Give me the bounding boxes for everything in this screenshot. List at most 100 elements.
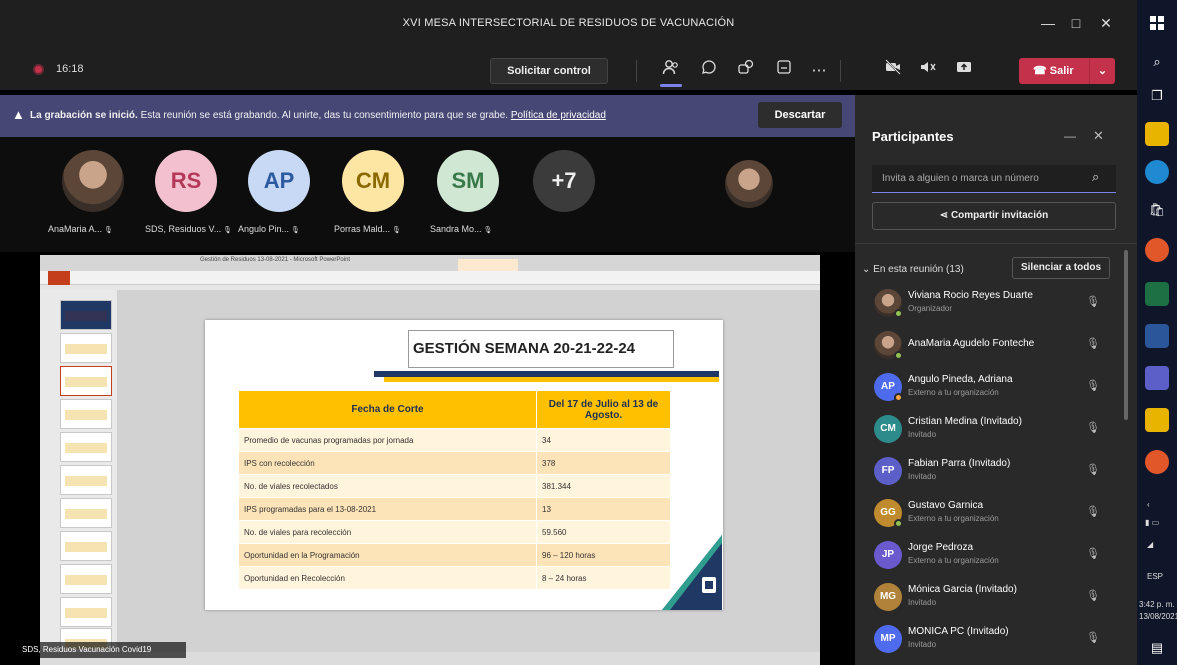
participant-name-text: SDS, Residuos V...: [145, 224, 222, 234]
participant-avatar[interactable]: SM: [437, 150, 499, 212]
notifications-icon[interactable]: ▤: [1145, 636, 1169, 660]
mic-off-icon[interactable]: 🎙: [1086, 421, 1100, 434]
slide-thumbnail[interactable]: [60, 465, 112, 495]
slide-accent-bar: [384, 377, 719, 382]
table-cell-value: 59.560: [536, 520, 671, 544]
mute-all-button[interactable]: Silenciar a todos: [1012, 257, 1110, 279]
slide-thumbnail[interactable]: [60, 399, 112, 429]
mute-icon[interactable]: [915, 58, 941, 84]
close-button[interactable]: ✕: [1093, 12, 1119, 34]
mic-off-icon: 🎙: [289, 227, 300, 234]
volume-icon[interactable]: ◢: [1147, 540, 1153, 549]
edge-icon[interactable]: [1145, 160, 1169, 184]
chrome-icon[interactable]: [1145, 238, 1169, 262]
mic-off-icon[interactable]: 🎙: [1086, 337, 1100, 350]
chevron-down-icon[interactable]: ⌄: [1089, 58, 1115, 84]
recording-icon: [33, 64, 44, 75]
tray-expand-icon[interactable]: ‹: [1147, 500, 1150, 509]
rooms-icon[interactable]: [771, 58, 797, 84]
slide-thumbnail[interactable]: [60, 498, 112, 528]
clock-time[interactable]: 3:42 p. m.: [1139, 600, 1175, 609]
thumbnail-content: [65, 311, 107, 321]
participant-avatar[interactable]: RS: [155, 150, 217, 212]
participant-name: Jorge Pedroza: [908, 542, 974, 553]
language-indicator[interactable]: ESP: [1147, 572, 1163, 581]
mic-off-icon[interactable]: 🎙: [1086, 589, 1100, 602]
share-tray-icon[interactable]: [951, 58, 977, 84]
minimize-panel-icon[interactable]: —: [1064, 129, 1076, 143]
slide-thumbnail[interactable]: [60, 366, 112, 396]
slide-thumbnail[interactable]: [60, 597, 112, 627]
participant-avatar: MG: [874, 583, 902, 611]
clock-date[interactable]: 13/08/2021: [1139, 612, 1177, 621]
task-view-icon[interactable]: ❐: [1145, 84, 1169, 108]
table-cell-value: 378: [536, 451, 671, 475]
mic-off-icon: 🎙: [481, 227, 493, 234]
participant-name: Gustavo Garnica: [908, 500, 984, 511]
participant-name: AnaMaria A... 🎙: [48, 224, 113, 234]
mic-off-icon[interactable]: 🎙: [1086, 463, 1100, 476]
invite-input[interactable]: Invita a alguien o marca un número: [872, 165, 1116, 193]
table-cell-label: Oportunidad en Recolección: [238, 566, 537, 590]
windows-start-icon[interactable]: [1145, 14, 1169, 38]
participant-avatar[interactable]: +7: [533, 150, 595, 212]
briefcase-icon[interactable]: [1145, 408, 1169, 432]
excel-icon[interactable]: [1145, 282, 1169, 306]
people-icon[interactable]: [658, 58, 684, 84]
store-icon[interactable]: 🛍: [1145, 198, 1169, 222]
maximize-button[interactable]: □: [1063, 12, 1089, 34]
scrollbar[interactable]: [1124, 250, 1128, 420]
privacy-policy-link[interactable]: Política de privacidad: [511, 110, 606, 121]
table-cell-label: No. de viales para recolección: [238, 520, 537, 544]
window-title: XVI MESA INTERSECTORIAL DE RESIDUOS DE V…: [402, 17, 735, 29]
dismiss-button[interactable]: Descartar: [758, 102, 842, 128]
file-explorer-icon[interactable]: [1145, 122, 1169, 146]
close-panel-icon[interactable]: ✕: [1093, 128, 1104, 144]
mic-off-icon[interactable]: 🎙: [1086, 631, 1100, 644]
slide-thumbnail[interactable]: [60, 432, 112, 462]
camera-off-icon[interactable]: [880, 58, 906, 84]
participant-avatar[interactable]: AP: [248, 150, 310, 212]
table-cell-value: 96 – 120 horas: [536, 543, 671, 567]
slide-thumbnail[interactable]: [60, 300, 112, 330]
presence-status-icon: [894, 309, 903, 318]
share-invitation-button[interactable]: ⋖ Compartir invitación: [872, 202, 1116, 230]
minimize-button[interactable]: —: [1035, 12, 1061, 34]
phone-icon: ☎: [1033, 65, 1050, 77]
slide-thumbnail[interactable]: [60, 531, 112, 561]
presence-status-icon: [894, 393, 903, 402]
chrome-icon[interactable]: [1145, 450, 1169, 474]
participant-avatar[interactable]: [62, 150, 124, 212]
more-icon[interactable]: ⋯: [806, 58, 832, 84]
mic-off-icon[interactable]: 🎙: [1086, 505, 1100, 518]
leave-label: Salir: [1049, 65, 1074, 77]
table-cell-label: No. de viales recolectados: [238, 474, 537, 498]
thumbnail-content: [65, 542, 107, 552]
participant-role: Invitado: [908, 640, 937, 649]
participant-name: Angulo Pin... 🎙: [238, 224, 300, 234]
table-cell-label: IPS programadas para el 13-08-2021: [238, 497, 537, 521]
participant-avatar[interactable]: CM: [342, 150, 404, 212]
slide-title: GESTIÓN SEMANA 20-21-22-24: [413, 340, 636, 357]
leave-button[interactable]: ☎ Salir ⌄: [1019, 58, 1115, 84]
mic-off-icon[interactable]: 🎙: [1086, 379, 1100, 392]
search-icon[interactable]: ⌕: [1145, 50, 1169, 74]
slide-thumbnail[interactable]: [60, 564, 112, 594]
mic-off-icon: 🎙: [102, 227, 113, 234]
request-control-button[interactable]: Solicitar control: [490, 58, 608, 84]
slide-thumbnail[interactable]: [60, 333, 112, 363]
network-icon[interactable]: ▮ ▭: [1145, 518, 1159, 527]
mic-off-icon[interactable]: 🎙: [1086, 547, 1100, 560]
mic-off-icon[interactable]: 🎙: [1086, 295, 1100, 308]
in-meeting-header[interactable]: ⌄ En esta reunión (13): [862, 264, 964, 275]
participant-name-text: AnaMaria A...: [48, 224, 103, 234]
thumbnail-content: [65, 443, 107, 453]
reactions-icon[interactable]: [733, 58, 759, 84]
word-icon[interactable]: [1145, 324, 1169, 348]
table-cell-label: IPS con recolección: [238, 451, 537, 475]
chat-icon[interactable]: [696, 58, 722, 84]
teams-icon[interactable]: [1145, 366, 1169, 390]
participant-avatar: MP: [874, 625, 902, 653]
self-video-avatar[interactable]: [725, 160, 773, 208]
search-icon[interactable]: ⌕: [1092, 169, 1099, 185]
